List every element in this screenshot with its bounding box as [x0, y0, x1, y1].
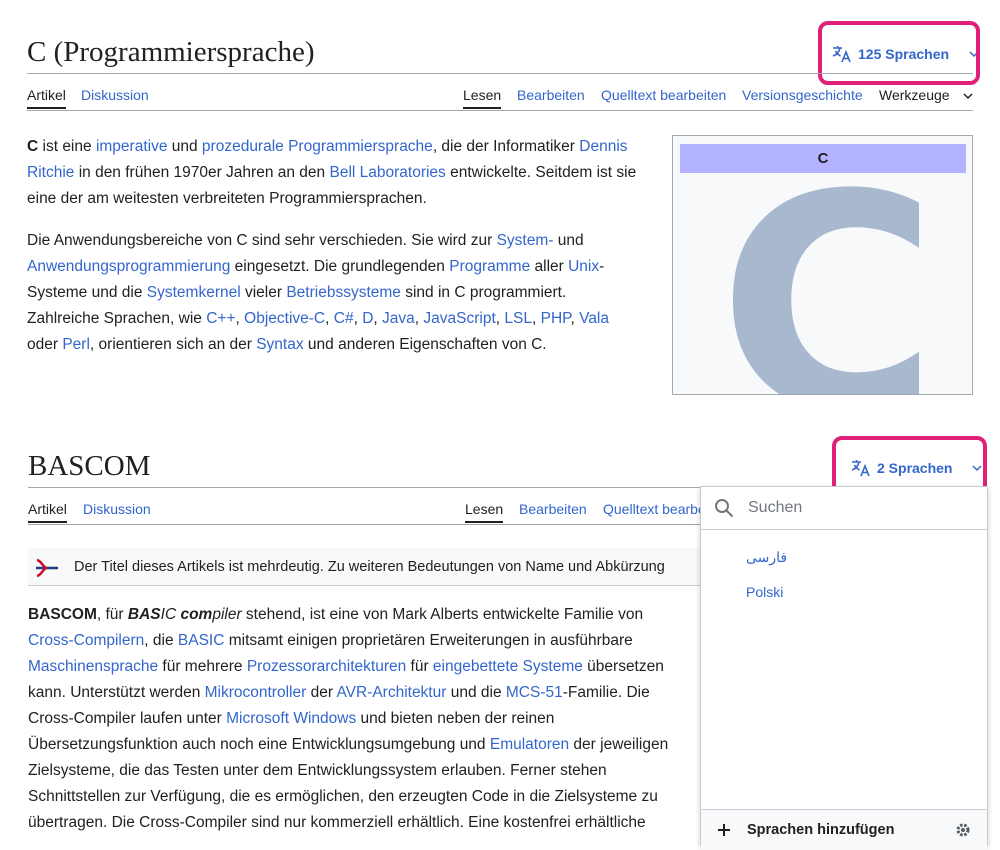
- link-system[interactable]: System-: [497, 232, 554, 249]
- tab-diskussion[interactable]: Diskussion: [81, 87, 149, 103]
- language-count-label: 2 Sprachen: [877, 460, 953, 476]
- plus-icon: [718, 824, 730, 836]
- title-divider: [28, 487, 700, 488]
- translate-icon: [851, 460, 870, 477]
- link-ritchie[interactable]: Ritchie: [27, 164, 74, 181]
- link-javascript[interactable]: JavaScript: [423, 310, 495, 327]
- link-perl[interactable]: Perl: [62, 336, 90, 353]
- link-php[interactable]: PHP: [541, 310, 571, 327]
- add-languages-button[interactable]: Sprachen hinzufügen: [701, 809, 987, 850]
- language-search: [701, 487, 987, 530]
- tab-bearbeiten[interactable]: Bearbeiten: [519, 501, 587, 517]
- link-maschinensprache[interactable]: Maschinensprache: [28, 658, 158, 675]
- link-java[interactable]: Java: [382, 310, 415, 327]
- tab-versionsgeschichte[interactable]: Versionsgeschichte: [742, 87, 863, 103]
- tab-quelltext-bearbeiten[interactable]: Quelltext bearbeiten: [601, 87, 726, 103]
- link-objective-c[interactable]: Objective-C: [244, 310, 325, 327]
- title-divider: [27, 73, 973, 74]
- link-cross-compilern[interactable]: Cross-Compilern: [28, 632, 144, 649]
- link-imperative[interactable]: imperative: [96, 138, 168, 155]
- chevron-down-icon: [969, 51, 979, 58]
- tabs-divider: [28, 524, 700, 525]
- language-button-bascom[interactable]: 2 Sprachen: [851, 459, 983, 477]
- translate-icon: [832, 46, 851, 63]
- link-vala[interactable]: Vala: [579, 310, 609, 327]
- link-dennis[interactable]: Dennis: [579, 138, 627, 155]
- tab-werkzeuge-label: Werkzeuge: [879, 87, 950, 103]
- page-title-c: C (Programmiersprache): [27, 36, 315, 68]
- tab-werkzeuge[interactable]: Werkzeuge: [879, 87, 973, 103]
- link-cpp[interactable]: C++: [206, 310, 235, 327]
- add-languages-label: Sprachen hinzufügen: [747, 822, 895, 838]
- link-microsoft-windows[interactable]: Microsoft Windows: [226, 710, 356, 727]
- link-betriebssysteme[interactable]: Betriebssysteme: [286, 284, 401, 301]
- paragraph-c-usage: Die Anwendungsbereiche von C sind sehr v…: [27, 232, 609, 353]
- link-lsl[interactable]: LSL: [504, 310, 532, 327]
- link-anwendungsprogrammierung[interactable]: Anwendungsprogrammierung: [27, 258, 230, 275]
- link-prozedurale-programmiersprache[interactable]: prozedurale Programmiersprache: [202, 138, 433, 155]
- disambiguation-icon: [36, 558, 58, 577]
- link-mcs-51[interactable]: MCS-51: [506, 684, 563, 701]
- gear-icon[interactable]: [955, 822, 971, 838]
- search-icon: [715, 499, 734, 518]
- link-eingebettete-systeme[interactable]: eingebettete Systeme: [433, 658, 583, 675]
- tab-lesen[interactable]: Lesen: [463, 87, 502, 109]
- link-basic[interactable]: BASIC: [178, 632, 225, 649]
- link-csharp[interactable]: C#: [334, 310, 354, 327]
- link-emulatoren[interactable]: Emulatoren: [490, 736, 569, 753]
- link-avr-architektur[interactable]: AVR-Architektur: [336, 684, 446, 701]
- link-syntax[interactable]: Syntax: [256, 336, 303, 353]
- infobox-title: C: [680, 144, 966, 173]
- infobox: C C: [672, 135, 973, 395]
- language-count-label: 125 Sprachen: [858, 46, 950, 62]
- link-prozessorarchitekturen[interactable]: Prozessorarchitekturen: [247, 658, 406, 675]
- paragraph-bascom-intro: BASCOM, für BASIC compiler stehend, ist …: [28, 606, 669, 831]
- language-button-c[interactable]: 125 Sprachen: [832, 45, 979, 63]
- link-unix[interactable]: Unix: [568, 258, 599, 275]
- paragraph-c-intro: C ist eine imperative und prozedurale Pr…: [27, 138, 637, 207]
- tab-bearbeiten[interactable]: Bearbeiten: [517, 87, 585, 103]
- link-bell-laboratories[interactable]: Bell Laboratories: [329, 164, 445, 181]
- disambiguation-notice: Der Titel dieses Artikels ist mehrdeutig…: [28, 548, 718, 586]
- link-programme[interactable]: Programme: [449, 258, 530, 275]
- link-d[interactable]: D: [362, 310, 373, 327]
- tab-diskussion[interactable]: Diskussion: [83, 501, 151, 517]
- chevron-down-icon: [963, 93, 973, 100]
- link-mikrocontroller[interactable]: Mikrocontroller: [205, 684, 307, 701]
- language-item-polski[interactable]: Polski: [746, 584, 783, 600]
- chevron-down-icon: [972, 465, 983, 472]
- language-dropdown: فارسی Polski Sprachen hinzufügen: [700, 486, 988, 850]
- page-title-bascom: BASCOM: [28, 450, 151, 482]
- c-language-logo: C: [718, 135, 939, 395]
- disambiguation-text: Der Titel dieses Artikels ist mehrdeutig…: [74, 558, 665, 575]
- language-search-input[interactable]: [746, 498, 950, 518]
- language-item-farsi[interactable]: فارسی: [746, 549, 787, 566]
- tab-quelltext-bearbeiten[interactable]: Quelltext bearbe: [603, 501, 706, 517]
- link-systemkernel[interactable]: Systemkernel: [147, 284, 241, 301]
- tab-artikel[interactable]: Artikel: [28, 501, 67, 523]
- tab-lesen[interactable]: Lesen: [465, 501, 504, 523]
- tabs-divider: [27, 110, 973, 111]
- tab-artikel[interactable]: Artikel: [27, 87, 66, 109]
